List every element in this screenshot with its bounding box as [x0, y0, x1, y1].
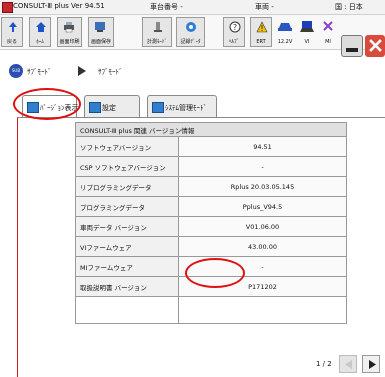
- measure-mode-button[interactable]: 計測ﾓｰﾄﾞ: [142, 17, 172, 47]
- close-button[interactable]: [365, 35, 385, 57]
- screen-save-button[interactable]: 画面保存: [88, 17, 114, 47]
- region: 国 : 日本: [335, 3, 363, 11]
- row-label: 取扱説明書 バージョン: [75, 276, 179, 297]
- row-label: CSP ソフトウェアバージョン: [75, 156, 179, 177]
- warning-icon: [256, 21, 268, 33]
- toolbar: 戻る ﾎｰﾑ 画面印刷 画面保存 計測ﾓｰﾄﾞ 記録ﾃﾞｰﾀ ? ﾍﾙﾌﾟ ER…: [0, 15, 385, 57]
- row-value: 43.00.00: [178, 236, 347, 257]
- table-row-empty: [75, 296, 347, 324]
- table-row: VIファームウェア 43.00.00: [75, 236, 347, 257]
- minimize-button[interactable]: [341, 35, 363, 57]
- screen-print-icon: [64, 22, 74, 33]
- back-arrow-icon: [9, 22, 17, 32]
- row-label: リプログラミングデータ: [75, 176, 179, 197]
- help-button[interactable]: ? ﾍﾙﾌﾟ: [223, 17, 245, 47]
- table-header-row: CONSULT-Ⅲ plus 関連 バージョン情報: [75, 122, 347, 137]
- back-button[interactable]: 戻る: [1, 17, 23, 47]
- vi-connection-icon: [300, 21, 314, 32]
- next-page-button[interactable]: [362, 355, 380, 373]
- table-row: ソフトウェアバージョン 94.51: [75, 136, 347, 157]
- table-row: リプログラミングデータ Rplus 20.03.05.145: [75, 176, 347, 197]
- screen-print-button[interactable]: 画面印刷: [57, 17, 82, 47]
- measure-mode-icon: [154, 22, 162, 32]
- mi-not-connected-icon: [323, 21, 333, 31]
- pagination: 1 / 2: [316, 355, 384, 373]
- tab-settings[interactable]: 設定: [84, 95, 140, 117]
- row-value: Rplus 20.03.05.145: [178, 176, 347, 197]
- home-button[interactable]: ﾎｰﾑ: [29, 17, 51, 47]
- table-title: CONSULT-Ⅲ plus 関連 バージョン情報: [75, 122, 347, 137]
- table-row: CSP ソフトウェアバージョン -: [75, 156, 347, 177]
- chevron-right-icon: [369, 360, 376, 369]
- settings-tab-icon: [89, 102, 101, 113]
- close-icon: [369, 39, 382, 52]
- battery-car-icon: [278, 23, 292, 31]
- recorded-data-button[interactable]: 記録ﾃﾞｰﾀ: [176, 17, 205, 47]
- vi-status: VI: [297, 17, 317, 47]
- minimize-icon: [346, 48, 358, 52]
- table-row: 車両データ バージョン V01.06.00: [75, 216, 347, 237]
- screen-save-icon: [95, 22, 105, 32]
- row-value: Pplus_V94.5: [178, 196, 347, 217]
- sub-mode-icon[interactable]: SUB: [9, 64, 23, 78]
- breadcrumb-item-submode[interactable]: ｻﾌﾞﾓｰﾄﾞ: [27, 67, 52, 77]
- app-title: CONSULT-Ⅲ plus Ver 94.51: [13, 2, 105, 10]
- prev-page-button[interactable]: [339, 355, 357, 373]
- system-tab-icon: [152, 102, 164, 113]
- row-label: プログラミングデータ: [75, 196, 179, 217]
- highlight-ring-vi-firmware: [185, 258, 245, 288]
- row-value: 94.51: [178, 136, 347, 157]
- table-row: プログラミングデータ Pplus_V94.5: [75, 196, 347, 217]
- help-icon: ?: [229, 21, 241, 33]
- page-indicator: 1 / 2: [316, 360, 332, 368]
- mi-status: MI: [318, 17, 338, 47]
- row-label: 車両データ バージョン: [75, 216, 179, 237]
- car-name: 車両 -: [255, 3, 274, 11]
- app-logo-icon: [2, 2, 13, 13]
- chevron-left-icon: [345, 360, 352, 369]
- highlight-ring-tab: [13, 88, 81, 120]
- vehicle-number: 車台番号 -: [150, 3, 183, 11]
- row-label: MIファームウェア: [75, 256, 179, 277]
- row-value: -: [178, 156, 347, 177]
- recorded-data-icon: [186, 22, 196, 32]
- breadcrumb: SUB ｻﾌﾞﾓｰﾄﾞ ｻﾌﾞﾓｰﾄﾞ: [0, 58, 385, 84]
- version-info-table: CONSULT-Ⅲ plus 関連 バージョン情報 ソフトウェアバージョン 94.…: [75, 122, 347, 324]
- chevron-right-icon: [78, 66, 86, 76]
- breadcrumb-item-current: ｻﾌﾞﾓｰﾄﾞ: [98, 68, 123, 76]
- row-value: V01.06.00: [178, 216, 347, 237]
- row-label: ソフトウェアバージョン: [75, 136, 179, 157]
- tab-system-management[interactable]: ｼｽﾃﾑ管理ﾓｰﾄﾞ: [147, 95, 217, 117]
- ert-button[interactable]: ERT: [250, 17, 272, 47]
- window-titlebar: CONSULT-Ⅲ plus Ver 94.51 車台番号 - 車両 - 国 :…: [0, 0, 385, 15]
- svg-text:?: ?: [233, 23, 237, 32]
- home-icon: [36, 22, 46, 32]
- battery-status: 12.2V: [275, 17, 295, 47]
- row-label: VIファームウェア: [75, 236, 179, 257]
